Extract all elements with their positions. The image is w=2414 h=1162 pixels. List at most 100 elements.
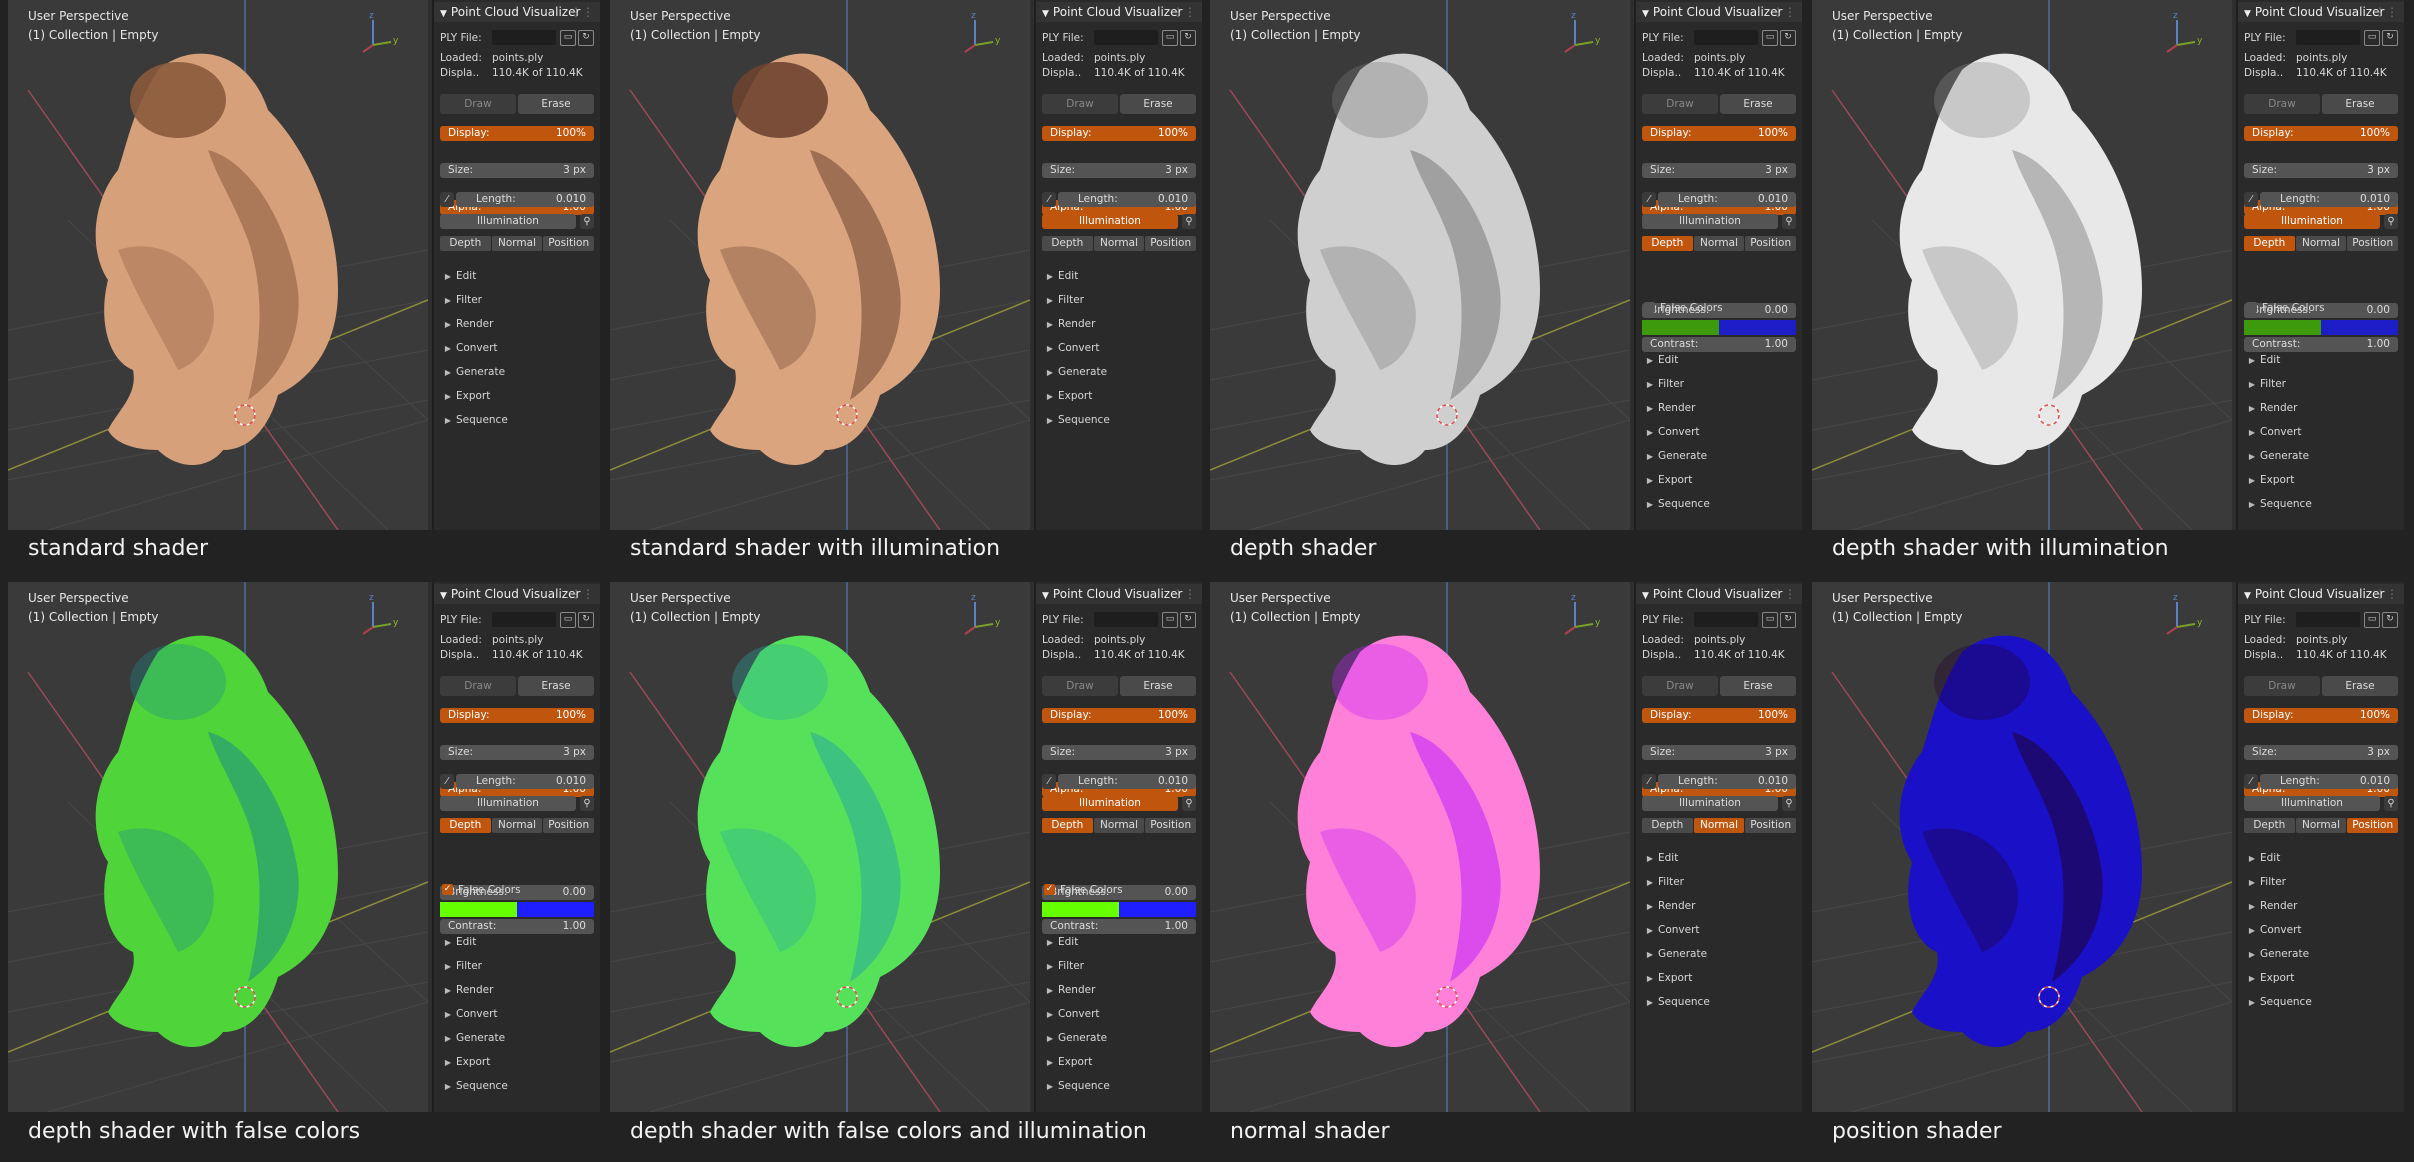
- length-slider[interactable]: Length: 0.010: [456, 774, 594, 789]
- far-color-swatch[interactable]: [517, 902, 594, 917]
- contrast-slider[interactable]: Contrast: 1.00: [440, 919, 594, 934]
- 3d-viewport[interactable]: User Perspective (1) Collection | Empty …: [610, 582, 1030, 1112]
- 3d-viewport[interactable]: User Perspective (1) Collection | Empty …: [8, 0, 428, 530]
- erase-button[interactable]: Erase: [1120, 676, 1196, 696]
- length-slider[interactable]: Length: 0.010: [1658, 774, 1796, 789]
- navigation-gizmo[interactable]: z y: [2157, 592, 2207, 642]
- tab-depth[interactable]: Depth: [1642, 236, 1693, 251]
- display-percent-slider[interactable]: Display: 100%: [1642, 126, 1796, 141]
- normal-length-tool-icon[interactable]: ⁄: [1042, 192, 1056, 207]
- folder-icon[interactable]: ▭: [2364, 612, 2380, 628]
- expand-arrow-icon[interactable]: ▶: [1642, 425, 1658, 441]
- far-color-swatch[interactable]: [1119, 902, 1196, 917]
- subpanel-generate[interactable]: ▶ Generate: [1642, 946, 1796, 962]
- tab-normal[interactable]: Normal: [1693, 236, 1745, 251]
- drag-grip-icon[interactable]: ⋮⋮: [1772, 584, 1796, 604]
- expand-arrow-icon[interactable]: ▶: [1642, 851, 1658, 867]
- expand-arrow-icon[interactable]: ▶: [440, 1007, 456, 1023]
- contrast-slider[interactable]: Contrast: 1.00: [1042, 919, 1196, 934]
- subpanel-convert[interactable]: ▶ Convert: [1642, 424, 1796, 440]
- 3d-viewport[interactable]: User Perspective (1) Collection | Empty …: [1812, 582, 2232, 1112]
- expand-arrow-icon[interactable]: ▶: [2244, 947, 2260, 963]
- reload-icon[interactable]: ↻: [1180, 612, 1196, 628]
- folder-icon[interactable]: ▭: [560, 612, 576, 628]
- expand-arrow-icon[interactable]: ▶: [1042, 269, 1058, 285]
- panel-header[interactable]: ▼ Point Cloud Visualizer ⋮⋮: [434, 2, 600, 22]
- expand-arrow-icon[interactable]: ▶: [2244, 377, 2260, 393]
- folder-icon[interactable]: ▭: [1162, 612, 1178, 628]
- draw-button[interactable]: Draw: [1042, 676, 1118, 696]
- subpanel-convert[interactable]: ▶ Convert: [440, 340, 594, 356]
- tab-normal[interactable]: Normal: [1093, 236, 1145, 251]
- ply-file-input[interactable]: [1094, 30, 1158, 45]
- expand-arrow-icon[interactable]: ▶: [440, 413, 456, 429]
- ply-file-input[interactable]: [492, 30, 556, 45]
- panel-header[interactable]: ▼ Point Cloud Visualizer ⋮⋮: [2238, 2, 2404, 22]
- expand-arrow-icon[interactable]: ▶: [440, 959, 456, 975]
- subpanel-filter[interactable]: ▶ Filter: [440, 958, 594, 974]
- collapse-arrow-icon[interactable]: ▼: [1042, 4, 1049, 24]
- subpanel-edit[interactable]: ▶ Edit: [440, 268, 594, 284]
- expand-arrow-icon[interactable]: ▶: [2244, 473, 2260, 489]
- normal-length-tool-icon[interactable]: ⁄: [1642, 192, 1656, 207]
- expand-arrow-icon[interactable]: ▶: [440, 983, 456, 999]
- erase-button[interactable]: Erase: [1720, 94, 1796, 114]
- tab-depth[interactable]: Depth: [1642, 818, 1693, 833]
- length-slider[interactable]: Length: 0.010: [2260, 192, 2398, 207]
- normal-length-tool-icon[interactable]: ⁄: [2244, 192, 2258, 207]
- expand-arrow-icon[interactable]: ▶: [1042, 1055, 1058, 1071]
- display-percent-slider[interactable]: Display: 100%: [1042, 126, 1196, 141]
- illumination-toggle[interactable]: Illumination: [1042, 214, 1178, 229]
- tab-normal[interactable]: Normal: [1693, 818, 1745, 833]
- point-size-slider[interactable]: Size: 3 px: [2244, 163, 2398, 178]
- reload-icon[interactable]: ↻: [1780, 30, 1796, 46]
- contrast-slider[interactable]: Contrast: 1.00: [1642, 337, 1796, 352]
- ply-file-input[interactable]: [2296, 30, 2360, 45]
- subpanel-sequence[interactable]: ▶ Sequence: [1042, 412, 1196, 428]
- illumination-toggle[interactable]: Illumination: [2244, 214, 2380, 229]
- expand-arrow-icon[interactable]: ▶: [440, 293, 456, 309]
- tab-depth[interactable]: Depth: [440, 236, 491, 251]
- ply-file-input[interactable]: [1094, 612, 1158, 627]
- display-percent-slider[interactable]: Display: 100%: [1642, 708, 1796, 723]
- false-colors-checkbox[interactable]: [1644, 302, 1655, 313]
- erase-button[interactable]: Erase: [2322, 676, 2398, 696]
- drag-grip-icon[interactable]: ⋮⋮: [2374, 584, 2398, 604]
- false-colors-checkbox[interactable]: ✓: [442, 884, 453, 895]
- subpanel-filter[interactable]: ▶ Filter: [440, 292, 594, 308]
- tab-depth[interactable]: Depth: [2244, 818, 2295, 833]
- subpanel-sequence[interactable]: ▶ Sequence: [2244, 994, 2398, 1010]
- subpanel-generate[interactable]: ▶ Generate: [440, 1030, 594, 1046]
- subpanel-export[interactable]: ▶ Export: [440, 1054, 594, 1070]
- point-size-slider[interactable]: Size: 3 px: [440, 745, 594, 760]
- drag-grip-icon[interactable]: ⋮⋮: [1172, 2, 1196, 22]
- reload-icon[interactable]: ↻: [2382, 30, 2398, 46]
- expand-arrow-icon[interactable]: ▶: [1642, 947, 1658, 963]
- expand-arrow-icon[interactable]: ▶: [1642, 497, 1658, 513]
- light-settings-icon[interactable]: ⚲: [580, 796, 594, 811]
- navigation-gizmo[interactable]: z y: [353, 10, 403, 60]
- light-settings-icon[interactable]: ⚲: [580, 214, 594, 229]
- expand-arrow-icon[interactable]: ▶: [1642, 401, 1658, 417]
- display-percent-slider[interactable]: Display: 100%: [440, 126, 594, 141]
- draw-button[interactable]: Draw: [440, 676, 516, 696]
- subpanel-convert[interactable]: ▶ Convert: [440, 1006, 594, 1022]
- subpanel-export[interactable]: ▶ Export: [2244, 472, 2398, 488]
- collapse-arrow-icon[interactable]: ▼: [2244, 586, 2251, 606]
- draw-button[interactable]: Draw: [2244, 676, 2320, 696]
- expand-arrow-icon[interactable]: ▶: [1042, 293, 1058, 309]
- subpanel-filter[interactable]: ▶ Filter: [1042, 958, 1196, 974]
- point-size-slider[interactable]: Size: 3 px: [1642, 745, 1796, 760]
- expand-arrow-icon[interactable]: ▶: [1042, 341, 1058, 357]
- reload-icon[interactable]: ↻: [1180, 30, 1196, 46]
- panel-header[interactable]: ▼ Point Cloud Visualizer ⋮⋮: [1636, 584, 1802, 604]
- expand-arrow-icon[interactable]: ▶: [440, 365, 456, 381]
- erase-button[interactable]: Erase: [518, 94, 594, 114]
- display-percent-slider[interactable]: Display: 100%: [2244, 126, 2398, 141]
- expand-arrow-icon[interactable]: ▶: [440, 1055, 456, 1071]
- subpanel-filter[interactable]: ▶ Filter: [1042, 292, 1196, 308]
- subpanel-convert[interactable]: ▶ Convert: [1042, 340, 1196, 356]
- tab-position[interactable]: Position: [1145, 818, 1197, 833]
- near-color-swatch[interactable]: [2244, 320, 2321, 335]
- folder-icon[interactable]: ▭: [1162, 30, 1178, 46]
